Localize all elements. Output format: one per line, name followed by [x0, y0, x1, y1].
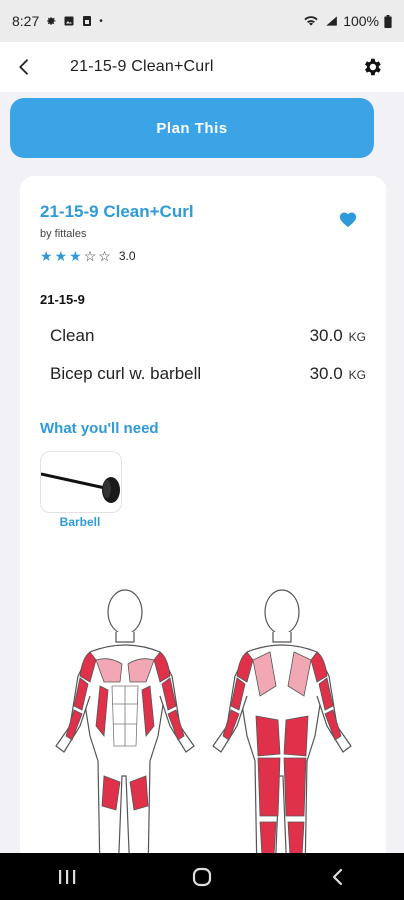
exercise-row[interactable]: Clean 30.0 KG: [50, 326, 366, 346]
exercise-row[interactable]: Bicep curl w. barbell 30.0 KG: [50, 364, 366, 384]
workout-title: 21-15-9 Clean+Curl: [40, 202, 194, 221]
star-empty-icon: ☆: [98, 248, 111, 264]
status-time: 8:27: [12, 13, 40, 29]
equipment-item-barbell[interactable]: [40, 451, 122, 513]
status-bar: 8:27 • 100%: [0, 0, 404, 42]
star-filled-icon: ★: [40, 248, 53, 264]
nav-back-button[interactable]: [307, 857, 367, 897]
plan-this-button[interactable]: Plan This: [10, 98, 374, 158]
home-button[interactable]: [172, 857, 232, 897]
battery-percent: 100%: [343, 13, 379, 29]
exercise-name: Bicep curl w. barbell: [50, 364, 202, 383]
exercise-name: Clean: [50, 326, 95, 345]
back-arrow-icon: [19, 59, 28, 75]
star-empty-icon: ☆: [83, 248, 97, 264]
dot-icon: •: [99, 15, 103, 27]
page-title: 21-15-9 Clean+Curl: [70, 58, 214, 75]
back-icon: [332, 868, 342, 885]
exercise-weight: 30.0 KG: [309, 364, 366, 383]
sim-icon: [83, 16, 92, 26]
star-filled-icon: ★: [69, 248, 82, 264]
muscle-map: [55, 589, 352, 876]
settings-icon: [47, 17, 56, 25]
workout-author: by fittales: [40, 228, 87, 240]
rating-value: 3.0: [118, 249, 136, 263]
battery-icon: [384, 14, 392, 28]
settings-button[interactable]: [350, 42, 394, 92]
exercise-weight: 30.0 KG: [309, 326, 366, 345]
gear-icon: [365, 58, 381, 76]
equipment-heading: What you'll need: [40, 420, 159, 437]
star-filled-icon: ★: [54, 248, 68, 264]
wifi-icon: [304, 16, 318, 26]
image-icon: [64, 16, 74, 26]
home-icon: [192, 867, 212, 886]
app-bar: 21-15-9 Clean+Curl: [0, 42, 404, 92]
barbell-icon: [41, 472, 120, 503]
workout-card: 21-15-9 Clean+Curl by fittales ★ ★ ★ ☆ ☆…: [20, 176, 386, 876]
back-button[interactable]: [2, 42, 46, 92]
status-left: 8:27 •: [12, 13, 103, 29]
rep-scheme: 21-15-9: [40, 292, 85, 307]
back-body: [212, 589, 352, 876]
equipment-label: Barbell: [59, 515, 101, 529]
heart-icon: [339, 212, 357, 228]
recent-apps-icon: [59, 869, 76, 884]
system-nav-bar: [0, 853, 404, 900]
status-right: 100%: [303, 13, 392, 29]
rating: ★ ★ ★ ☆ ☆ 3.0: [40, 249, 136, 263]
recent-apps-button[interactable]: [37, 857, 97, 897]
favorite-button[interactable]: [338, 210, 358, 233]
signal-icon: [326, 16, 338, 26]
